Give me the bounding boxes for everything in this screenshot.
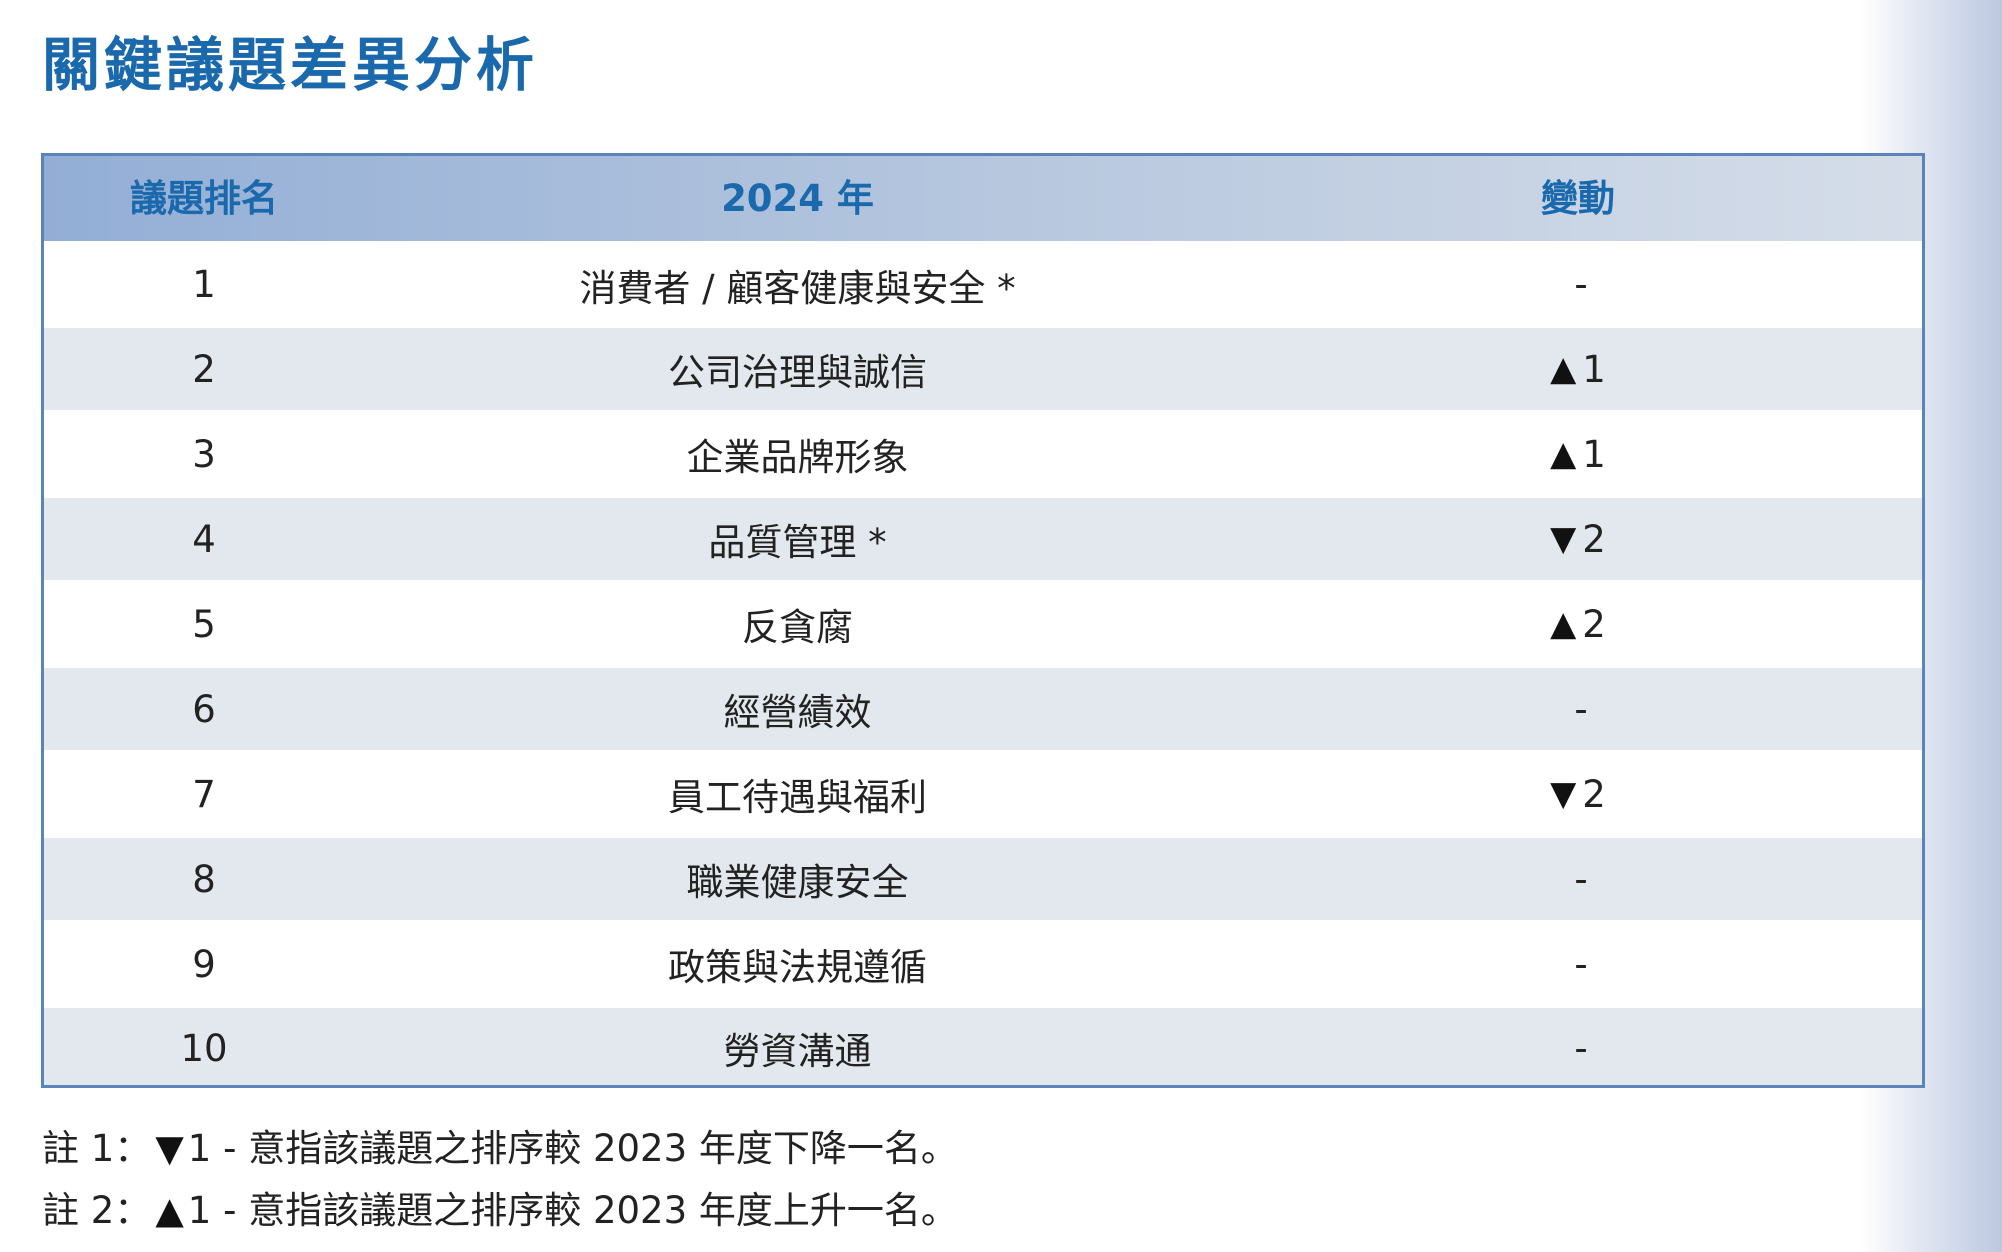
- triangle-up-icon: ▲: [1550, 349, 1577, 389]
- table-row: 6 經營績效 -: [44, 668, 1922, 750]
- change-cell: ▲ 1: [1231, 328, 1922, 410]
- footnote-1: 註 1： ▼ 1 - 意指該議題之排序較 2023 年度下降一名。: [42, 1118, 958, 1172]
- table-row: 9 政策與法規遵循 -: [44, 920, 1922, 1008]
- change-cell: -: [1231, 1008, 1922, 1085]
- rank-cell: 7: [192, 772, 216, 816]
- change-value: -: [1574, 1026, 1588, 1070]
- change-cell: ▼ 2: [1231, 750, 1922, 838]
- header-rank: 議題排名: [130, 177, 278, 220]
- change-value: 2: [1582, 602, 1606, 646]
- header-change: 變動: [1541, 177, 1615, 220]
- change-cell: ▼ 2: [1231, 498, 1922, 580]
- rank-cell: 2: [192, 347, 216, 391]
- triangle-up-icon: ▲: [1550, 434, 1577, 474]
- issue-cell: 反貪腐: [742, 606, 853, 649]
- table-header: 議題排名 2024 年 變動: [44, 156, 1922, 241]
- rank-cell: 4: [192, 517, 216, 561]
- issue-cell: 職業健康安全: [686, 861, 909, 904]
- change-value: -: [1574, 687, 1588, 731]
- footnote-text: 1 - 意指該議題之排序較 2023 年度上升一名。: [187, 1189, 958, 1232]
- change-value: -: [1574, 942, 1588, 986]
- change-value: 2: [1582, 772, 1606, 816]
- table-row: 1 消費者 / 顧客健康與安全 * -: [44, 241, 1922, 328]
- rank-cell: 8: [192, 857, 216, 901]
- table-row: 5 反貪腐 ▲ 2: [44, 580, 1922, 668]
- footnote-prefix: 註 1：: [42, 1127, 152, 1170]
- rank-cell: 5: [192, 602, 216, 646]
- table-row: 4 品質管理 * ▼ 2: [44, 498, 1922, 580]
- table-row: 8 職業健康安全 -: [44, 838, 1922, 920]
- issue-cell: 消費者 / 顧客健康與安全 *: [579, 266, 1016, 310]
- rank-cell: 1: [192, 263, 216, 306]
- change-cell: -: [1231, 241, 1922, 328]
- table-row: 2 公司治理與誠信 ▲ 1: [44, 328, 1922, 410]
- issue-cell: 勞資溝通: [723, 1030, 872, 1073]
- change-cell: ▲ 2: [1231, 580, 1922, 668]
- issue-ranking-table: 議題排名 2024 年 變動 1 消費者 / 顧客健康與安全 * - 2 公司治…: [41, 153, 1925, 1088]
- issue-cell: 公司治理與誠信: [668, 351, 927, 394]
- issue-cell: 品質管理 *: [708, 521, 887, 564]
- page-title: 關鍵議題差異分析: [42, 31, 539, 99]
- change-value: -: [1574, 263, 1588, 306]
- issue-cell: 員工待遇與福利: [668, 776, 927, 819]
- rank-cell: 9: [192, 942, 216, 986]
- change-cell: -: [1231, 838, 1922, 920]
- triangle-down-icon: ▼: [155, 1127, 184, 1170]
- footnote-prefix: 註 2：: [42, 1189, 152, 1232]
- change-value: 1: [1582, 347, 1606, 391]
- change-value: 2: [1582, 517, 1606, 561]
- triangle-up-icon: ▲: [155, 1189, 184, 1232]
- footnote-text: 1 - 意指該議題之排序較 2023 年度下降一名。: [187, 1127, 958, 1170]
- change-cell: ▲ 1: [1231, 410, 1922, 498]
- rank-cell: 10: [180, 1026, 228, 1070]
- change-value: 1: [1582, 432, 1606, 476]
- triangle-up-icon: ▲: [1550, 604, 1577, 644]
- header-year: 2024 年: [721, 177, 874, 220]
- table-row: 7 員工待遇與福利 ▼ 2: [44, 750, 1922, 838]
- change-cell: -: [1231, 920, 1922, 1008]
- footnote-2: 註 2： ▲ 1 - 意指該議題之排序較 2023 年度上升一名。: [42, 1180, 958, 1234]
- triangle-down-icon: ▼: [1550, 519, 1577, 559]
- rank-cell: 3: [192, 432, 216, 476]
- triangle-down-icon: ▼: [1550, 774, 1577, 814]
- issue-cell: 經營績效: [723, 691, 872, 734]
- table-row: 3 企業品牌形象 ▲ 1: [44, 410, 1922, 498]
- issue-cell: 企業品牌形象: [686, 436, 909, 479]
- table-row: 10 勞資溝通 -: [44, 1008, 1922, 1085]
- rank-cell: 6: [192, 687, 216, 731]
- issue-cell: 政策與法規遵循: [668, 946, 927, 989]
- change-cell: -: [1231, 668, 1922, 750]
- change-value: -: [1574, 857, 1588, 901]
